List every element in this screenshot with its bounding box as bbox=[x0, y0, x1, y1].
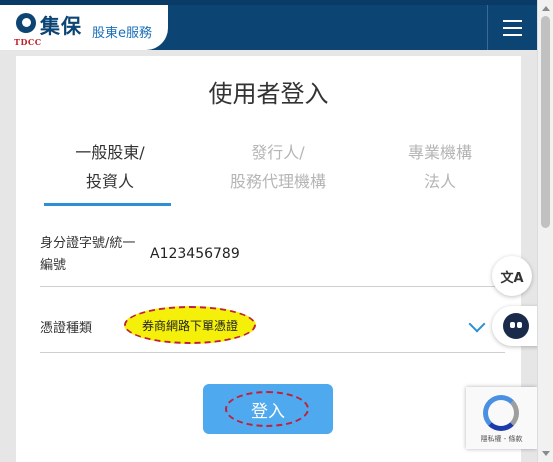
service-name: 股東e服務 bbox=[92, 26, 152, 41]
brand-logo[interactable]: 集保 TDCC 股東e服務 bbox=[0, 5, 168, 50]
vertical-scrollbar[interactable] bbox=[537, 0, 553, 462]
assistant-button[interactable] bbox=[492, 306, 540, 346]
translate-icon: 文A bbox=[500, 270, 524, 286]
logo-text: 集保 bbox=[40, 14, 82, 38]
cert-type-value: 券商網路下單憑證 bbox=[141, 318, 238, 333]
id-number-label: 身分證字號/統一編號 bbox=[40, 236, 136, 273]
scroll-up-arrow-icon[interactable] bbox=[542, 6, 550, 11]
tab-label-line1: 專業機構 bbox=[407, 143, 472, 162]
scroll-down-arrow-icon[interactable] bbox=[542, 451, 550, 456]
chevron-down-icon[interactable] bbox=[468, 315, 486, 333]
tab-institution[interactable]: 專業機構 法人 bbox=[370, 138, 510, 196]
divider bbox=[40, 352, 505, 353]
cert-type-label: 憑證種類 bbox=[40, 321, 93, 336]
hamburger-menu-icon bbox=[503, 19, 522, 22]
page: 集保 TDCC 股東e服務 使用者登入 一般股東/ 投資人 發行人/ 股務代理機… bbox=[0, 0, 553, 462]
logo-subtext: TDCC bbox=[14, 37, 42, 47]
login-button[interactable]: 登入 bbox=[203, 384, 333, 434]
page-title: 使用者登入 bbox=[208, 80, 329, 108]
login-card: 使用者登入 一般股東/ 投資人 發行人/ 股務代理機構 專業機構 法人 身分證字… bbox=[16, 56, 521, 462]
assistant-bot-icon bbox=[503, 313, 529, 339]
tab-shareholder[interactable]: 一般股東/ 投資人 bbox=[40, 138, 180, 196]
tab-label-line1: 一般股東/ bbox=[75, 143, 145, 162]
tdcc-logo-icon bbox=[16, 13, 36, 33]
tab-label-line2: 投資人 bbox=[85, 172, 134, 191]
tab-issuer[interactable]: 發行人/ 股務代理機構 bbox=[208, 138, 348, 196]
tab-label-line2: 股務代理機構 bbox=[229, 172, 326, 191]
hamburger-line bbox=[503, 26, 522, 29]
hamburger-menu-button[interactable] bbox=[487, 5, 537, 50]
tab-label-line2: 法人 bbox=[423, 172, 456, 191]
id-number-input[interactable]: A123456789 bbox=[150, 246, 240, 262]
recaptcha-icon bbox=[483, 395, 519, 431]
translate-button[interactable]: 文A bbox=[492, 256, 532, 296]
scrollbar-thumb[interactable] bbox=[541, 16, 550, 228]
recaptcha-badge[interactable]: 隱私權 - 條款 bbox=[466, 387, 537, 449]
login-button-label: 登入 bbox=[251, 401, 285, 422]
divider bbox=[40, 286, 505, 287]
cert-type-select[interactable]: 券商網路下單憑證 bbox=[124, 306, 256, 344]
hamburger-line bbox=[503, 33, 522, 36]
tab-label-line1: 發行人/ bbox=[251, 143, 305, 162]
top-header: 集保 TDCC 股東e服務 bbox=[0, 0, 537, 50]
recaptcha-terms[interactable]: 隱私權 - 條款 bbox=[466, 434, 537, 444]
active-tab-indicator bbox=[44, 203, 171, 206]
